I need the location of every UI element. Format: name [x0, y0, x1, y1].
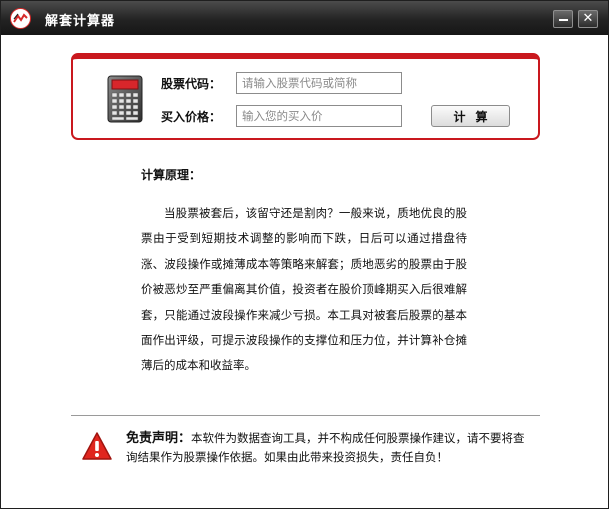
- principle-body: 当股票被套后，该留守还是割肉？一般来说，质地优良的股票由于受到短期技术调整的影响…: [141, 206, 467, 373]
- principle-title: 计算原理：: [141, 168, 202, 182]
- divider: [71, 415, 540, 416]
- close-button[interactable]: ✕: [578, 10, 598, 28]
- stock-code-label: 股票代码：: [161, 77, 222, 91]
- window-title: 解套计算器: [45, 14, 116, 29]
- calculate-button[interactable]: 计算: [431, 105, 510, 127]
- input-panel: 股票代码： 买入价格： 计算: [71, 53, 540, 140]
- stock-code-input[interactable]: [236, 72, 402, 94]
- calculator-icon: [107, 75, 143, 123]
- buy-price-label: 买入价格：: [161, 110, 222, 124]
- minimize-button[interactable]: [553, 10, 573, 28]
- disclaimer: 免责声明：本软件为数据查询工具，并不构成任何股票操作建议，请不要将查询结果作为股…: [126, 429, 531, 467]
- warning-icon: [82, 432, 112, 460]
- calculator-window: 解套计算器 ✕ 股票代码： 买入价格： 计算: [0, 0, 609, 509]
- disclaimer-title: 免责声明：: [126, 431, 192, 446]
- app-logo-icon: [10, 8, 31, 29]
- buy-price-input[interactable]: [236, 105, 402, 127]
- title-bar[interactable]: 解套计算器 ✕: [1, 1, 608, 35]
